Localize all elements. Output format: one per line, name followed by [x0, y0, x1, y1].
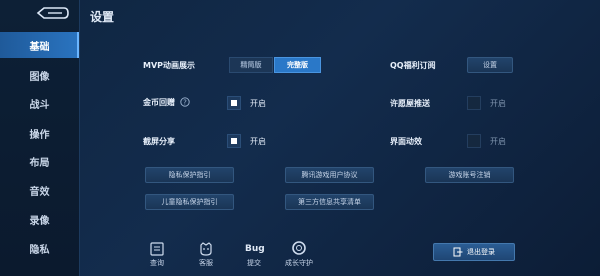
- svg-text:?: ?: [183, 99, 187, 107]
- ui-animation-state: 开启: [490, 137, 506, 146]
- sidebar-item-sound[interactable]: 音效: [0, 177, 79, 203]
- wish-push-label: 许愿屋推送: [390, 99, 430, 108]
- customer-service-label: 客服: [199, 259, 213, 267]
- account-cancel-button[interactable]: 游戏账号注销: [425, 167, 514, 183]
- customer-service-icon[interactable]: [198, 242, 214, 256]
- mvp-option-simple[interactable]: 精简版: [229, 57, 273, 73]
- page-title: 设置: [90, 10, 115, 24]
- screenshot-share-label: 截屏分享: [143, 137, 175, 146]
- gold-rebate-label: 金币回赠: [143, 98, 175, 107]
- guardian-icon[interactable]: [291, 240, 307, 256]
- qq-settings-button[interactable]: 设置: [467, 57, 513, 73]
- gold-rebate-checkbox[interactable]: [227, 96, 241, 110]
- query-label: 查询: [150, 259, 164, 267]
- screenshot-share-state: 开启: [250, 137, 266, 146]
- help-icon[interactable]: ?: [180, 97, 190, 107]
- third-party-button[interactable]: 第三方信息共享清单: [285, 194, 374, 210]
- wish-push-state: 开启: [490, 99, 506, 108]
- qq-subscribe-label: QQ福利订阅: [390, 61, 436, 70]
- ui-animation-checkbox[interactable]: [467, 134, 481, 148]
- sidebar: 基础 图像 战斗 操作 布局 音效 录像 隐私: [0, 0, 80, 276]
- child-privacy-button[interactable]: 儿童隐私保护指引: [145, 194, 234, 210]
- logout-label: 退出登录: [467, 248, 495, 256]
- logout-icon: [453, 247, 463, 257]
- back-icon[interactable]: [34, 6, 70, 20]
- screenshot-share-checkbox[interactable]: [227, 134, 241, 148]
- guardian-label: 成长守护: [285, 259, 313, 267]
- query-icon[interactable]: [149, 242, 165, 256]
- privacy-guide-button[interactable]: 隐私保护指引: [145, 167, 234, 183]
- logout-button[interactable]: 退出登录: [433, 243, 515, 261]
- sidebar-item-layout[interactable]: 布局: [0, 148, 79, 174]
- mvp-option-full[interactable]: 完整版: [274, 57, 321, 73]
- wish-push-checkbox[interactable]: [467, 96, 481, 110]
- sidebar-item-graphics[interactable]: 图像: [0, 62, 79, 88]
- bug-icon[interactable]: Bug: [245, 244, 265, 254]
- bug-submit-label: 提交: [247, 259, 261, 267]
- sidebar-item-basic[interactable]: 基础: [0, 32, 79, 58]
- gold-rebate-state: 开启: [250, 99, 266, 108]
- mvp-label: MVP动画展示: [143, 61, 196, 70]
- sidebar-item-combat[interactable]: 战斗: [0, 90, 79, 116]
- sidebar-item-privacy[interactable]: 隐私: [0, 235, 79, 261]
- sidebar-item-replay[interactable]: 录像: [0, 206, 79, 232]
- user-agreement-button[interactable]: 腾讯游戏用户协议: [285, 167, 374, 183]
- ui-animation-label: 界面动效: [390, 137, 422, 146]
- sidebar-item-controls[interactable]: 操作: [0, 120, 79, 146]
